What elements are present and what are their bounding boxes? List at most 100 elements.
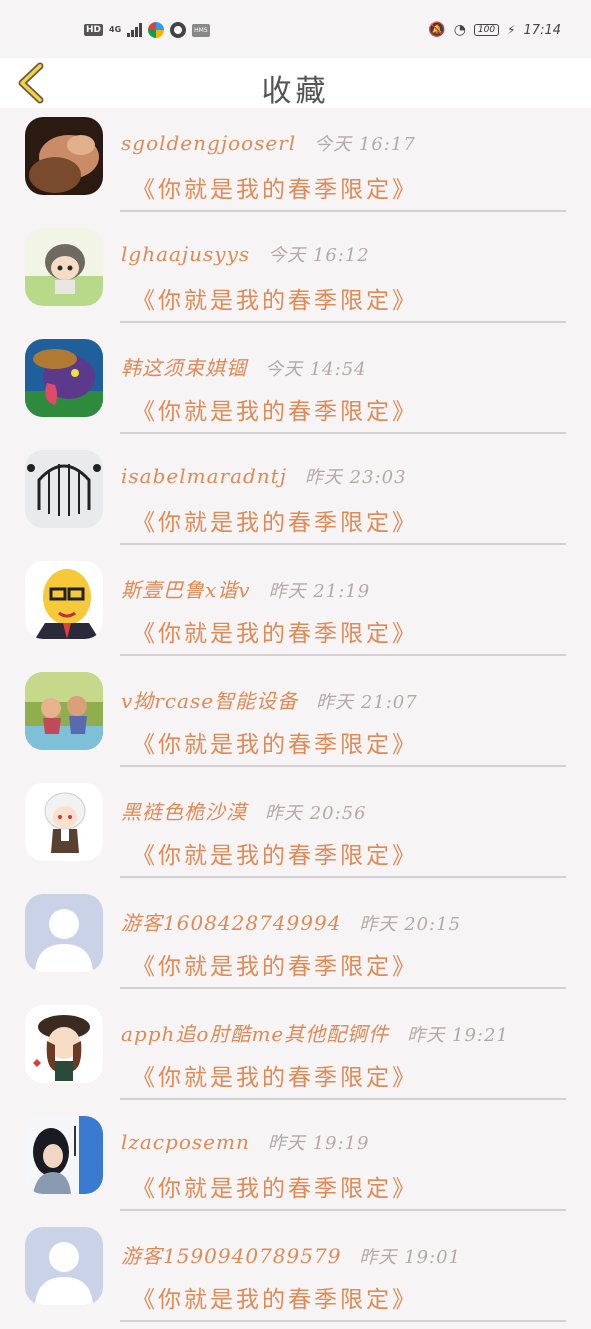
timestamp: 今天 16:17	[314, 134, 416, 155]
item-header: apph追o肘酷me其他配锕件 昨天 19:21	[121, 1018, 509, 1047]
user-name: lghaajusyys	[121, 242, 251, 266]
divider	[120, 1209, 566, 1211]
list-item[interactable]: 游客1590940789579 昨天 19:01 《你就是我的春季限定》	[0, 1218, 591, 1329]
avatar-image	[25, 117, 103, 195]
timestamp: 昨天 23:03	[304, 467, 407, 488]
avatar-image	[25, 783, 103, 861]
divider	[120, 210, 566, 212]
item-header: 韩这须束娸锢 今天 14:54	[121, 352, 367, 381]
status-bar: HD 4G HMS 🔕 ◔ 100 ⚡ 17:14	[0, 0, 591, 58]
avatar-image	[25, 228, 103, 306]
timestamp: 昨天 19:19	[267, 1133, 370, 1154]
avatar[interactable]	[25, 561, 103, 639]
status-right-icons: 🔕 ◔ 100 ⚡ 17:14	[428, 22, 561, 38]
user-name: 黑裢色桅沙漠	[121, 800, 247, 824]
favorite-content: 《你就是我的春季限定》	[132, 1176, 418, 1202]
divider	[120, 1098, 566, 1100]
divider	[120, 321, 566, 323]
avatar-image	[25, 561, 103, 639]
divider	[120, 876, 566, 878]
timestamp: 昨天 20:15	[359, 914, 462, 935]
user-name: isabelmaradntj	[121, 464, 287, 488]
sms-icon: HMS	[192, 23, 210, 37]
item-header: 斯壹巴鲁x谐v 昨天 21:19	[121, 574, 370, 603]
status-left-icons: HD 4G HMS	[84, 22, 210, 38]
timestamp: 昨天 19:01	[359, 1247, 462, 1268]
item-header: lghaajusyys 今天 16:12	[121, 241, 370, 267]
mute-bell-icon: 🔕	[428, 22, 446, 38]
divider	[120, 432, 566, 434]
avatar[interactable]	[25, 783, 103, 861]
user-name: 游客1608428749994	[121, 911, 342, 935]
user-name: 斯壹巴鲁x谐v	[121, 578, 251, 602]
favorite-content: 《你就是我的春季限定》	[132, 1065, 418, 1091]
list-item[interactable]: lghaajusyys 今天 16:12 《你就是我的春季限定》	[0, 219, 591, 330]
favorite-content: 《你就是我的春季限定》	[132, 288, 418, 314]
timestamp: 昨天 20:56	[265, 803, 367, 824]
list-item[interactable]: 斯壹巴鲁x谐v 昨天 21:19 《你就是我的春季限定》	[0, 552, 591, 663]
divider	[120, 543, 566, 545]
avatar-image	[25, 1005, 103, 1083]
favorites-list: sgoldengjooserl 今天 16:17 《你就是我的春季限定》 lgha…	[0, 108, 591, 1329]
list-item[interactable]: 韩这须束娸锢 今天 14:54 《你就是我的春季限定》	[0, 330, 591, 441]
avatar[interactable]	[25, 894, 103, 972]
item-header: v拗rcase智能设备 昨天 21:07	[121, 685, 418, 714]
avatar-image	[25, 1116, 103, 1194]
item-header: 游客1608428749994 昨天 20:15	[121, 907, 461, 936]
user-name: v拗rcase智能设备	[121, 689, 299, 713]
avatar[interactable]	[25, 117, 103, 195]
timestamp: 今天 16:12	[268, 245, 370, 266]
avatar[interactable]	[25, 1227, 103, 1305]
favorite-content: 《你就是我的春季限定》	[132, 177, 418, 203]
item-header: 游客1590940789579 昨天 19:01	[121, 1240, 461, 1269]
avatar-image	[25, 672, 103, 750]
app-notification-icon-2	[170, 22, 187, 38]
timestamp: 昨天 19:21	[407, 1025, 509, 1046]
avatar-image	[25, 339, 103, 417]
user-name: 游客1590940789579	[121, 1244, 342, 1268]
favorite-content: 《你就是我的春季限定》	[132, 1287, 418, 1313]
status-time: 17:14	[523, 22, 561, 38]
item-header: isabelmaradntj 昨天 23:03	[121, 463, 407, 489]
top-app-bar: 收藏	[0, 58, 591, 109]
user-name: sgoldengjooserl	[121, 131, 297, 155]
divider	[120, 654, 566, 656]
favorite-content: 《你就是我的春季限定》	[132, 621, 418, 647]
user-name: 韩这须束娸锢	[121, 356, 247, 380]
divider	[120, 1320, 566, 1322]
list-item[interactable]: 游客1608428749994 昨天 20:15 《你就是我的春季限定》	[0, 885, 591, 996]
user-name: apph追o肘酷me其他配锕件	[121, 1022, 390, 1046]
divider	[120, 765, 566, 767]
avatar[interactable]	[25, 1005, 103, 1083]
network-type: 4G	[109, 25, 122, 34]
speed-icon: ◔	[453, 22, 466, 38]
charging-icon: ⚡	[507, 23, 516, 37]
timestamp: 昨天 21:19	[268, 581, 371, 602]
avatar[interactable]	[25, 672, 103, 750]
avatar-image	[25, 1227, 103, 1305]
favorite-content: 《你就是我的春季限定》	[132, 732, 418, 758]
favorite-content: 《你就是我的春季限定》	[132, 399, 418, 425]
app-notification-icon	[148, 22, 165, 38]
avatar-image	[25, 894, 103, 972]
avatar[interactable]	[25, 339, 103, 417]
item-header: 黑裢色桅沙漠 昨天 20:56	[121, 796, 367, 825]
divider	[120, 987, 566, 989]
hd-icon: HD	[84, 24, 104, 36]
avatar[interactable]	[25, 1116, 103, 1194]
timestamp: 今天 14:54	[265, 359, 367, 380]
list-item[interactable]: apph追o肘酷me其他配锕件 昨天 19:21 《你就是我的春季限定》	[0, 996, 591, 1107]
list-item[interactable]: sgoldengjooserl 今天 16:17 《你就是我的春季限定》	[0, 108, 591, 219]
favorite-content: 《你就是我的春季限定》	[132, 954, 418, 980]
avatar[interactable]	[25, 450, 103, 528]
list-item[interactable]: lzacposemn 昨天 19:19 《你就是我的春季限定》	[0, 1107, 591, 1218]
avatar[interactable]	[25, 228, 103, 306]
item-header: lzacposemn 昨天 19:19	[121, 1129, 369, 1155]
favorite-content: 《你就是我的春季限定》	[132, 843, 418, 869]
list-item[interactable]: v拗rcase智能设备 昨天 21:07 《你就是我的春季限定》	[0, 663, 591, 774]
page-title: 收藏	[261, 74, 330, 109]
list-item[interactable]: 黑裢色桅沙漠 昨天 20:56 《你就是我的春季限定》	[0, 774, 591, 885]
list-item[interactable]: isabelmaradntj 昨天 23:03 《你就是我的春季限定》	[0, 441, 591, 552]
item-header: sgoldengjooserl 今天 16:17	[121, 130, 416, 156]
timestamp: 昨天 21:07	[316, 692, 418, 713]
